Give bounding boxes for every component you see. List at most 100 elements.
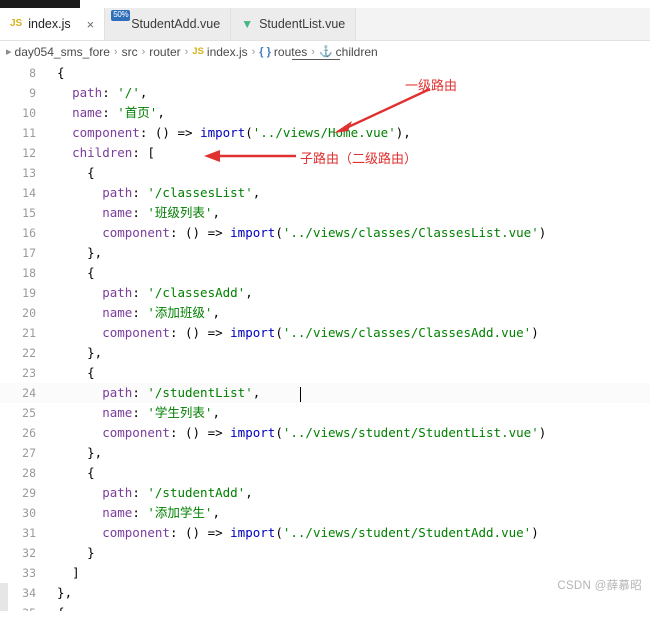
code-line-text: }, (42, 343, 650, 363)
tab-student-add-vue[interactable]: 50% StudentAdd.vue (105, 8, 232, 40)
code-line[interactable]: 30 name: '添加学生', (0, 503, 650, 523)
code-content[interactable]: 8 {9 path: '/', 10 name: '首页', 11 componen… (0, 63, 650, 617)
code-token: ) (531, 325, 539, 340)
code-token: : (132, 285, 148, 300)
breadcrumb-label: src (121, 44, 138, 59)
code-token: , (212, 505, 220, 520)
code-line[interactable]: 25 name: '学生列表', (0, 403, 650, 423)
code-token: children (42, 145, 133, 160)
code-token: name (42, 305, 133, 320)
code-token: { (42, 465, 95, 480)
code-line-text: component: () => import('../views/studen… (42, 423, 650, 443)
code-line[interactable]: 8 { (0, 63, 650, 83)
breadcrumb-separator: › (311, 45, 315, 58)
code-token: , (245, 285, 253, 300)
code-line[interactable]: 14 path: '/classesList', (0, 183, 650, 203)
code-line-text: { (42, 363, 650, 383)
code-token: : (132, 205, 148, 220)
breadcrumb-item-routes[interactable]: { } routes (259, 45, 307, 59)
code-line[interactable]: 32 } (0, 543, 650, 563)
code-token: { (42, 365, 95, 380)
code-line[interactable]: 27 }, (0, 443, 650, 463)
code-token: , (252, 385, 261, 400)
code-line[interactable]: 16 component: () => import('../views/cla… (0, 223, 650, 243)
code-token: { (42, 165, 95, 180)
code-line[interactable]: 22 }, (0, 343, 650, 363)
code-line-text: component: () => import('../views/Home.v… (42, 123, 650, 143)
code-line[interactable]: 23 { (0, 363, 650, 383)
title-bar-strip (0, 0, 80, 8)
code-token: '/classesList' (147, 185, 253, 200)
line-number: 10 (22, 106, 36, 120)
line-number: 29 (22, 486, 36, 500)
object-icon: { } (259, 45, 271, 58)
code-token: '../views/student/StudentAdd.vue' (282, 525, 532, 540)
code-line-text: component: () => import('../views/classe… (42, 323, 650, 343)
breadcrumb-item-project[interactable]: ▸ day054_sms_fore (6, 45, 110, 59)
code-token: , (157, 105, 165, 120)
code-token: import (230, 225, 276, 240)
code-line[interactable]: 10 name: '首页', (0, 103, 650, 123)
code-token: '首页' (117, 105, 158, 120)
code-line-text: path: '/classesAdd', (42, 283, 650, 303)
code-line[interactable]: 26 component: () => import('../views/stu… (0, 423, 650, 443)
breadcrumb-label: routes (273, 44, 308, 59)
code-line[interactable]: 31 component: () => import('../views/stu… (0, 523, 650, 543)
line-number: 15 (22, 206, 36, 220)
code-token: name (42, 505, 133, 520)
code-token: component (42, 225, 170, 240)
code-token: , (139, 85, 148, 100)
line-number: 30 (22, 506, 36, 520)
breadcrumb-item-router[interactable]: router (149, 45, 180, 59)
code-line[interactable]: 18 { (0, 263, 650, 283)
breadcrumb-label: index.js (206, 44, 248, 59)
code-line-text: { (42, 63, 650, 83)
code-line-text: path: '/classesList', (42, 183, 650, 203)
line-number: 18 (22, 266, 36, 280)
code-token: : (102, 105, 118, 120)
breadcrumb-separator: › (184, 45, 189, 58)
line-number: 8 (29, 66, 36, 80)
code-line[interactable]: 34 }, (0, 583, 650, 603)
tab-student-list-vue[interactable]: ▼ StudentList.vue (231, 8, 357, 40)
code-token: : () => (169, 525, 231, 540)
text-caret (300, 387, 301, 402)
code-line[interactable]: 29 path: '/studentAdd', (0, 483, 650, 503)
code-line[interactable]: 24 path: '/studentList', (0, 383, 650, 403)
code-editor[interactable]: 8 {9 path: '/', 10 name: '首页', 11 componen… (0, 63, 650, 617)
code-line[interactable]: 19 path: '/classesAdd', (0, 283, 650, 303)
code-line[interactable]: 17 }, (0, 243, 650, 263)
code-line[interactable]: 9 path: '/', (0, 83, 650, 103)
line-number: 25 (22, 406, 36, 420)
folder-icon: ▸ (6, 46, 12, 58)
code-token: '../views/classes/ClassesList.vue' (282, 225, 539, 240)
line-number: 28 (22, 466, 36, 480)
tab-label: StudentAdd.vue (131, 17, 221, 31)
line-number: 11 (22, 126, 36, 140)
code-token: }, (42, 445, 103, 460)
code-line[interactable]: 21 component: () => import('../views/cla… (0, 323, 650, 343)
tab-index-js[interactable]: JS index.js × (0, 8, 106, 40)
code-token: : (132, 485, 148, 500)
code-line-text: }, (42, 243, 650, 263)
breadcrumb-item-src[interactable]: src (122, 45, 138, 59)
close-icon[interactable]: × (87, 18, 95, 31)
code-line[interactable]: 11 component: () => import('../views/Hom… (0, 123, 650, 143)
code-line[interactable]: 33 ] (0, 563, 650, 583)
breadcrumb-item-index-js[interactable]: JS index.js (192, 45, 247, 59)
code-token: : () => (169, 225, 231, 240)
code-token: , (252, 185, 261, 200)
code-line[interactable]: 28 { (0, 463, 650, 483)
code-line[interactable]: 15 name: '班级列表', (0, 203, 650, 223)
code-token: path (42, 285, 133, 300)
line-number: 12 (22, 146, 36, 160)
code-token: path (42, 485, 133, 500)
js-file-icon: JS (10, 18, 23, 29)
code-token: : (132, 305, 148, 320)
code-token: import (200, 125, 246, 140)
line-number: 27 (22, 446, 36, 460)
code-line[interactable]: 20 name: '添加班级', (0, 303, 650, 323)
code-token: import (230, 425, 276, 440)
editor-tab-bar: JS index.js × 50% StudentAdd.vue ▼ Stude… (0, 8, 650, 41)
breadcrumb-item-children[interactable]: ⚓ children (319, 45, 378, 59)
